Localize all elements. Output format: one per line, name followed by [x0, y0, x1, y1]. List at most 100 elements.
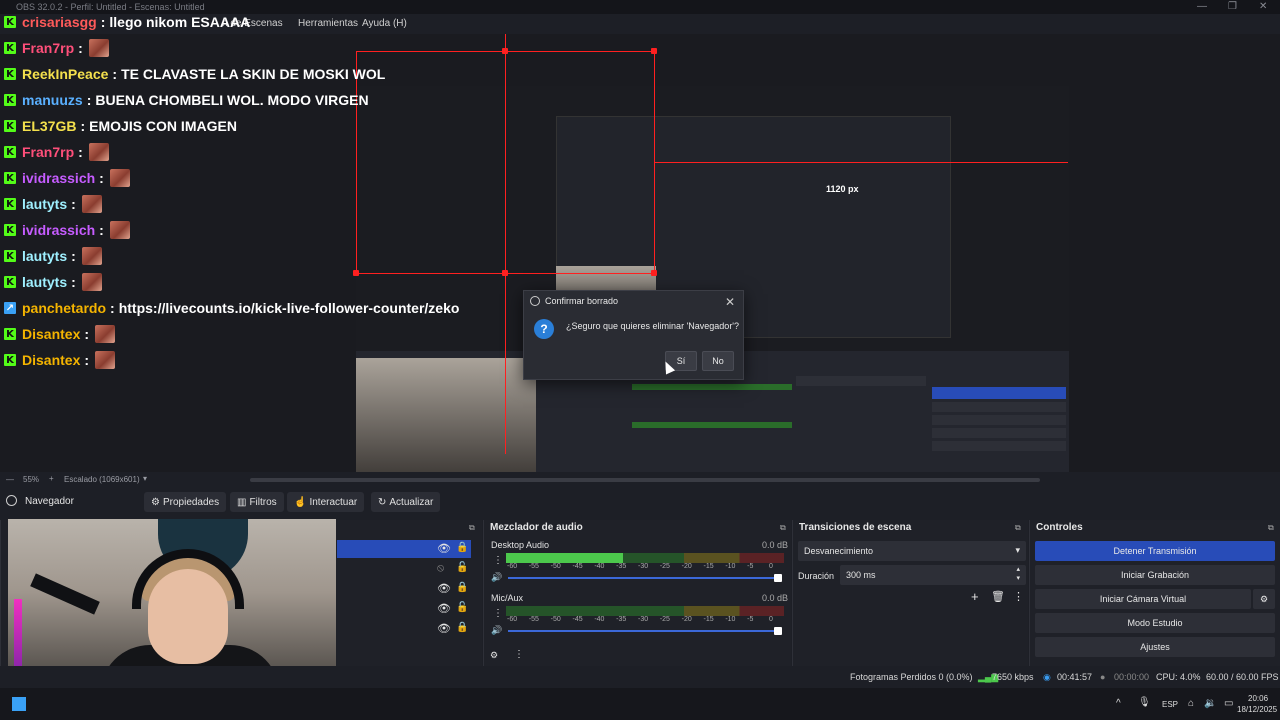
clock-date[interactable]: 18/12/2025 [1237, 705, 1277, 714]
properties-button[interactable]: ⚙ Propiedades [144, 492, 227, 512]
lock-icon[interactable]: 🔓 [456, 602, 468, 613]
dock-float-icon[interactable]: ⧉ [469, 523, 475, 533]
start-virtual-camera-button[interactable]: Iniciar Cámara Virtual [1035, 589, 1251, 609]
handle-top[interactable] [502, 48, 508, 54]
scale-select[interactable]: Escalado (1069x601) [64, 475, 140, 484]
speaker-icon[interactable]: 🔊 [491, 572, 502, 583]
dock-float-icon[interactable]: ⧉ [780, 523, 786, 533]
handle-bottom-right[interactable] [651, 270, 657, 276]
transitions-title: Transiciones de escena [799, 522, 912, 533]
duration-value: 300 ms [846, 570, 876, 580]
filters-button[interactable]: ▥ Filtros [230, 492, 284, 512]
handle-bottom-left[interactable] [353, 270, 359, 276]
visibility-eye-icon[interactable]: 👁 [437, 582, 451, 595]
volume-slider-handle[interactable] [774, 627, 782, 635]
virtual-camera-settings-button[interactable]: ⚙ [1253, 589, 1275, 609]
more-vert-icon[interactable]: ⋮ [1013, 590, 1024, 603]
fps: 60.00 / 60.00 FPS [1206, 672, 1279, 682]
more-vert-icon[interactable]: ⋮ [493, 608, 503, 619]
chat-separator: : [84, 326, 90, 342]
dock-float-icon[interactable]: ⧉ [1268, 523, 1274, 533]
language-indicator[interactable]: ESP [1162, 700, 1178, 709]
chat-emote-icon [109, 221, 130, 239]
close-icon[interactable]: ✕ [725, 295, 735, 309]
lock-icon[interactable]: 🔓 [456, 562, 468, 573]
stop-stream-button[interactable]: Detener Transmisión [1035, 541, 1275, 561]
interact-button[interactable]: ☝ Interactuar [287, 492, 365, 512]
meter-tick-label: -45 [572, 563, 583, 570]
chat-message: K Disantex: [4, 348, 116, 372]
volume-slider-handle[interactable] [774, 574, 782, 582]
bitrate: 7650 kbps [992, 672, 1034, 682]
chat-text: https://livecounts.io/kick-live-follower… [118, 300, 460, 316]
close-icon[interactable]: ✕ [1259, 1, 1267, 12]
chat-emote-icon [88, 143, 109, 161]
kick-badge-icon: K [4, 16, 16, 28]
refresh-icon: ↻ [378, 496, 387, 508]
menu-item-help[interactable]: Ayuda (H) [362, 18, 407, 29]
refresh-button[interactable]: ↻ Actualizar [371, 492, 441, 512]
more-vert-icon[interactable]: ⋮ [514, 649, 524, 660]
record-icon: ● [1100, 672, 1106, 682]
channel-name: Desktop Audio [491, 540, 550, 550]
wifi-icon[interactable]: ⌂ [1188, 698, 1194, 709]
zoom-level: 55% [23, 475, 40, 484]
zoom-in-icon[interactable]: + [49, 474, 54, 483]
nested-ctl-4 [932, 441, 1066, 451]
transition-select[interactable]: Desvanecimiento ▾ [798, 541, 1026, 561]
chat-message: Klautyts: [4, 192, 102, 216]
stepper-up-icon[interactable]: ▴ [1016, 565, 1020, 573]
nested-dropdown [796, 376, 926, 386]
chat-separator: : [78, 144, 83, 160]
status-bar: Fotogramas Perdidos 0 (0.0%) ▂▄▆ 7650 kb… [0, 666, 1280, 688]
microphone-icon[interactable]: 🎙 [1138, 697, 1151, 708]
add-icon[interactable]: + [971, 589, 979, 604]
visibility-eye-icon[interactable]: 👁 [437, 622, 451, 635]
tray-chevron-up-icon[interactable]: ^ [1116, 698, 1121, 709]
lock-icon[interactable]: 🔒 [456, 582, 468, 593]
chevron-down-icon[interactable]: ▾ [143, 474, 147, 483]
minimize-icon[interactable]: — [1197, 1, 1207, 12]
trash-icon[interactable]: 🗑 [991, 590, 1005, 603]
no-button[interactable]: No [702, 351, 734, 371]
chat-emote-icon [81, 195, 102, 213]
preview-scrollbar[interactable] [250, 478, 1040, 482]
visibility-eye-off-icon[interactable]: ⦸ [437, 562, 444, 575]
windows-start-icon[interactable] [12, 697, 26, 711]
duration-input[interactable]: 300 ms ▴ ▾ [840, 565, 1026, 585]
lock-icon[interactable]: 🔒 [456, 542, 468, 553]
settings-button[interactable]: Ajustes [1035, 637, 1275, 657]
start-recording-button[interactable]: Iniciar Grabación [1035, 565, 1275, 585]
chat-separator: : [80, 118, 86, 134]
battery-icon[interactable]: ▭ [1224, 698, 1233, 709]
chat-message: ↗ panchetardo: https://livecounts.io/kick-… [4, 296, 459, 320]
visibility-eye-icon[interactable]: 👁 [437, 542, 451, 555]
clock-time[interactable]: 20:06 [1248, 694, 1268, 703]
visibility-eye-icon[interactable]: 👁 [437, 602, 451, 615]
meter-tick-label: -15 [703, 616, 714, 623]
lock-icon[interactable]: 🔒 [456, 622, 468, 633]
handle-top-right[interactable] [651, 48, 657, 54]
chat-emote-icon [81, 247, 102, 265]
menu-item-tools[interactable]: Herramientas [298, 18, 358, 29]
zoom-out-icon[interactable]: — [6, 475, 14, 484]
volume-slider[interactable] [508, 630, 780, 632]
chat-username: Fran7rp [22, 144, 75, 160]
chat-text: EMOJIS CON IMAGEN [89, 118, 237, 134]
volume-slider[interactable] [508, 577, 780, 579]
maximize-icon[interactable]: ❐ [1228, 1, 1237, 12]
meter-tick-label: -35 [616, 563, 627, 570]
dock-float-icon[interactable]: ⧉ [1015, 523, 1021, 533]
chat-separator: : [71, 196, 76, 212]
handle-bottom[interactable] [502, 270, 508, 276]
stepper-down-icon[interactable]: ▾ [1016, 574, 1020, 582]
speaker-icon[interactable]: 🔊 [491, 625, 502, 636]
meter-tick-label: -30 [638, 616, 649, 623]
dialog-header: Confirmar borrado [524, 291, 743, 311]
more-vert-icon[interactable]: ⋮ [493, 555, 503, 566]
studio-mode-button[interactable]: Modo Estudio [1035, 613, 1275, 633]
kick-badge-icon: K [4, 172, 16, 184]
mixer-settings-icon[interactable]: ⚙ [490, 650, 498, 661]
volume-icon[interactable]: 🔉 [1204, 698, 1216, 709]
preview-canvas[interactable]: 1120 px [356, 86, 1069, 487]
